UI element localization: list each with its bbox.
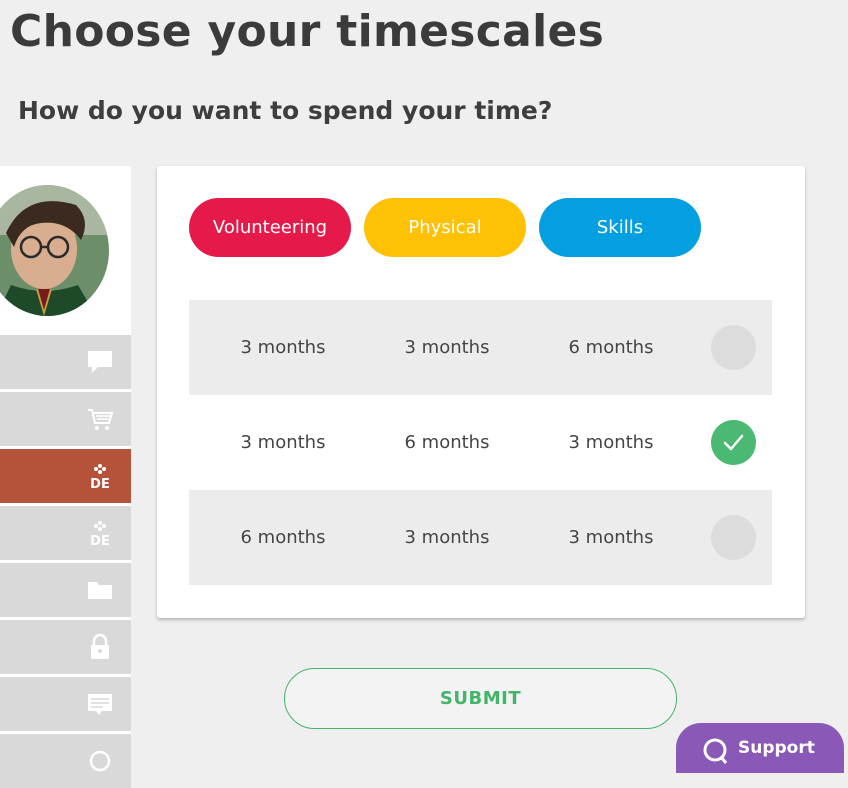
option-radio[interactable] [711,325,756,370]
timescale-option-row[interactable]: 6 months 3 months 3 months [189,490,772,585]
support-label: Support [738,738,815,758]
physical-duration: 3 months [404,527,490,548]
sidebar-item-board[interactable] [0,677,131,731]
sidebar-item-more[interactable] [0,734,131,788]
page-title: Choose your timescales [10,6,605,57]
physical-pill[interactable]: Physical [364,198,526,257]
skills-duration: 3 months [568,527,654,548]
message-board-icon [88,694,112,715]
shopping-cart-icon [88,409,114,430]
submit-button[interactable]: SUBMIT [284,668,677,729]
timescale-option-row-selected[interactable]: 3 months 6 months 3 months [189,395,772,490]
volunteering-pill[interactable]: Volunteering [189,198,351,257]
volunteering-duration: 3 months [240,337,326,358]
sidebar-item-dofe-active[interactable]: DE [0,449,131,503]
sidebar-item-files[interactable] [0,563,131,617]
option-radio-selected[interactable] [711,420,756,465]
support-button[interactable]: Support [676,723,844,773]
svg-text:DE: DE [90,477,110,490]
folder-icon [88,582,112,599]
volunteering-duration: 3 months [240,432,326,453]
option-radio[interactable] [711,515,756,560]
sidebar-item-dofe[interactable]: DE [0,506,131,560]
checkmark-icon [723,434,744,451]
sidebar-item-security[interactable] [0,620,131,674]
skills-duration: 6 months [568,337,654,358]
physical-duration: 3 months [404,337,490,358]
avatar[interactable] [0,185,109,316]
chat-bubble-icon [703,738,728,764]
volunteering-duration: 6 months [240,527,326,548]
chat-icon [88,351,112,373]
sidebar-item-messages[interactable] [0,335,131,389]
skills-pill[interactable]: Skills [539,198,701,257]
timescale-card: Volunteering Physical Skills 3 months 3 … [157,166,805,618]
skills-duration: 3 months [568,432,654,453]
circle-icon [89,750,111,772]
page-subtitle: How do you want to spend your time? [18,96,553,125]
lock-icon [91,633,109,659]
dofe-award-icon: DE [90,521,110,547]
svg-text:DE: DE [90,534,110,547]
physical-duration: 6 months [404,432,490,453]
timescale-option-row[interactable]: 3 months 3 months 6 months [189,300,772,395]
sidebar-item-shop[interactable] [0,392,131,446]
dofe-award-icon: DE [90,464,110,490]
sidebar: DE DE [0,166,131,788]
